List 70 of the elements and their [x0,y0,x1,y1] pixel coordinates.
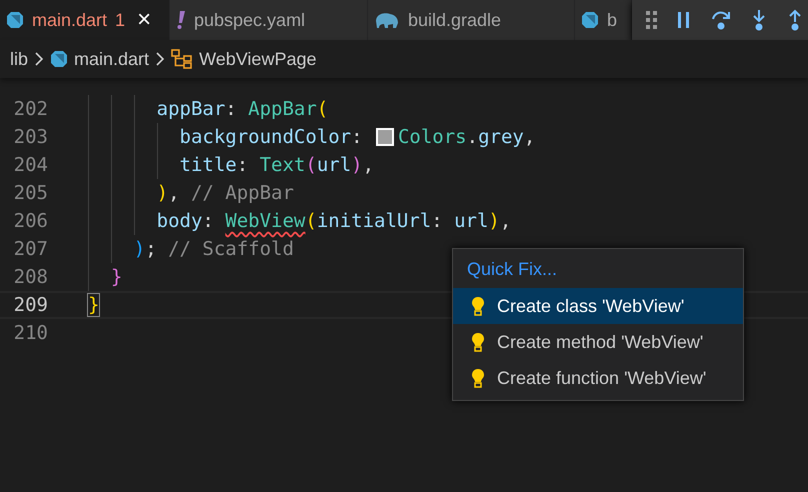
breadcrumb-item[interactable]: WebViewPage [199,48,316,70]
line-number: 209 [12,294,48,316]
code-token: ( [305,210,317,232]
line-number: 204 [12,154,48,176]
code-token: ( [305,154,317,176]
code-token: , [500,210,512,232]
line-number: 208 [12,266,48,288]
close-icon[interactable]: × [137,6,152,34]
code-token: , [362,154,374,176]
color-swatch[interactable] [376,128,394,146]
code-token: grey [478,126,524,148]
editor-tab[interactable]: main.dart 1 × [0,0,170,40]
lightbulb-icon [471,296,485,316]
code-token: : [431,210,444,232]
class-icon [171,49,194,69]
line-number: 205 [12,182,48,204]
line-number: 203 [12,126,48,148]
code-token: url [316,154,352,176]
dart-icon [581,11,599,29]
line-number: 202 [12,98,48,120]
code-token: body [156,210,202,232]
editor-tab[interactable]: b [575,0,632,40]
editor-tab[interactable]: pubspec.yaml [170,0,368,40]
code-token: AppBar [248,98,317,120]
code-token: initialUrl [316,210,432,232]
code-token: Text [260,154,306,176]
code-token: WebView [225,210,306,232]
line-number: 207 [12,238,48,260]
grip-icon[interactable] [646,11,658,29]
code-token: : [351,126,364,148]
code-token: title [180,154,237,176]
elephant-icon [374,11,400,29]
breadcrumb-item[interactable]: main.dart [74,48,150,70]
code-token: : [202,210,215,232]
dart-icon [50,50,68,68]
step-over-icon[interactable] [710,9,732,31]
code-token: , [168,182,181,204]
code-token: // Scaffold [168,238,294,260]
code-token: backgroundColor [180,126,352,148]
code-token: } [110,266,122,288]
menu-item[interactable]: Create class 'WebView' [453,288,743,324]
exclamation-icon [176,10,186,30]
dart-icon [6,11,24,29]
code-token: Colors [398,126,467,148]
code-token: . [466,126,478,148]
code-token: : [225,98,238,120]
lightbulb-icon [471,368,485,388]
line-number: 210 [12,322,48,344]
code-token: appBar [156,98,226,120]
chevron-right-icon [155,51,166,67]
code-token: // AppBar [190,182,294,204]
editor-tab[interactable]: build.gradle [368,0,575,40]
code-token: ) [488,210,500,232]
menu-title: Quick Fix... [466,258,558,281]
chevron-right-icon [34,51,44,67]
lightbulb-icon [471,332,485,352]
menu-item[interactable]: Create function 'WebView' [453,360,743,396]
pause-icon[interactable] [676,11,692,29]
line-number: 206 [12,210,48,232]
code-token: , [524,126,536,148]
code-token: : [236,154,250,176]
code-token: ; [145,238,158,260]
code-token: ) [351,154,363,176]
menu-item[interactable]: Create method 'WebView' [453,324,743,360]
code-token: ) [156,182,168,204]
breadcrumb-item[interactable]: lib [10,48,28,70]
code-token: } [88,294,100,316]
code-token: ( [316,98,328,120]
code-token: url [454,210,488,232]
code-token: ) [134,238,146,260]
